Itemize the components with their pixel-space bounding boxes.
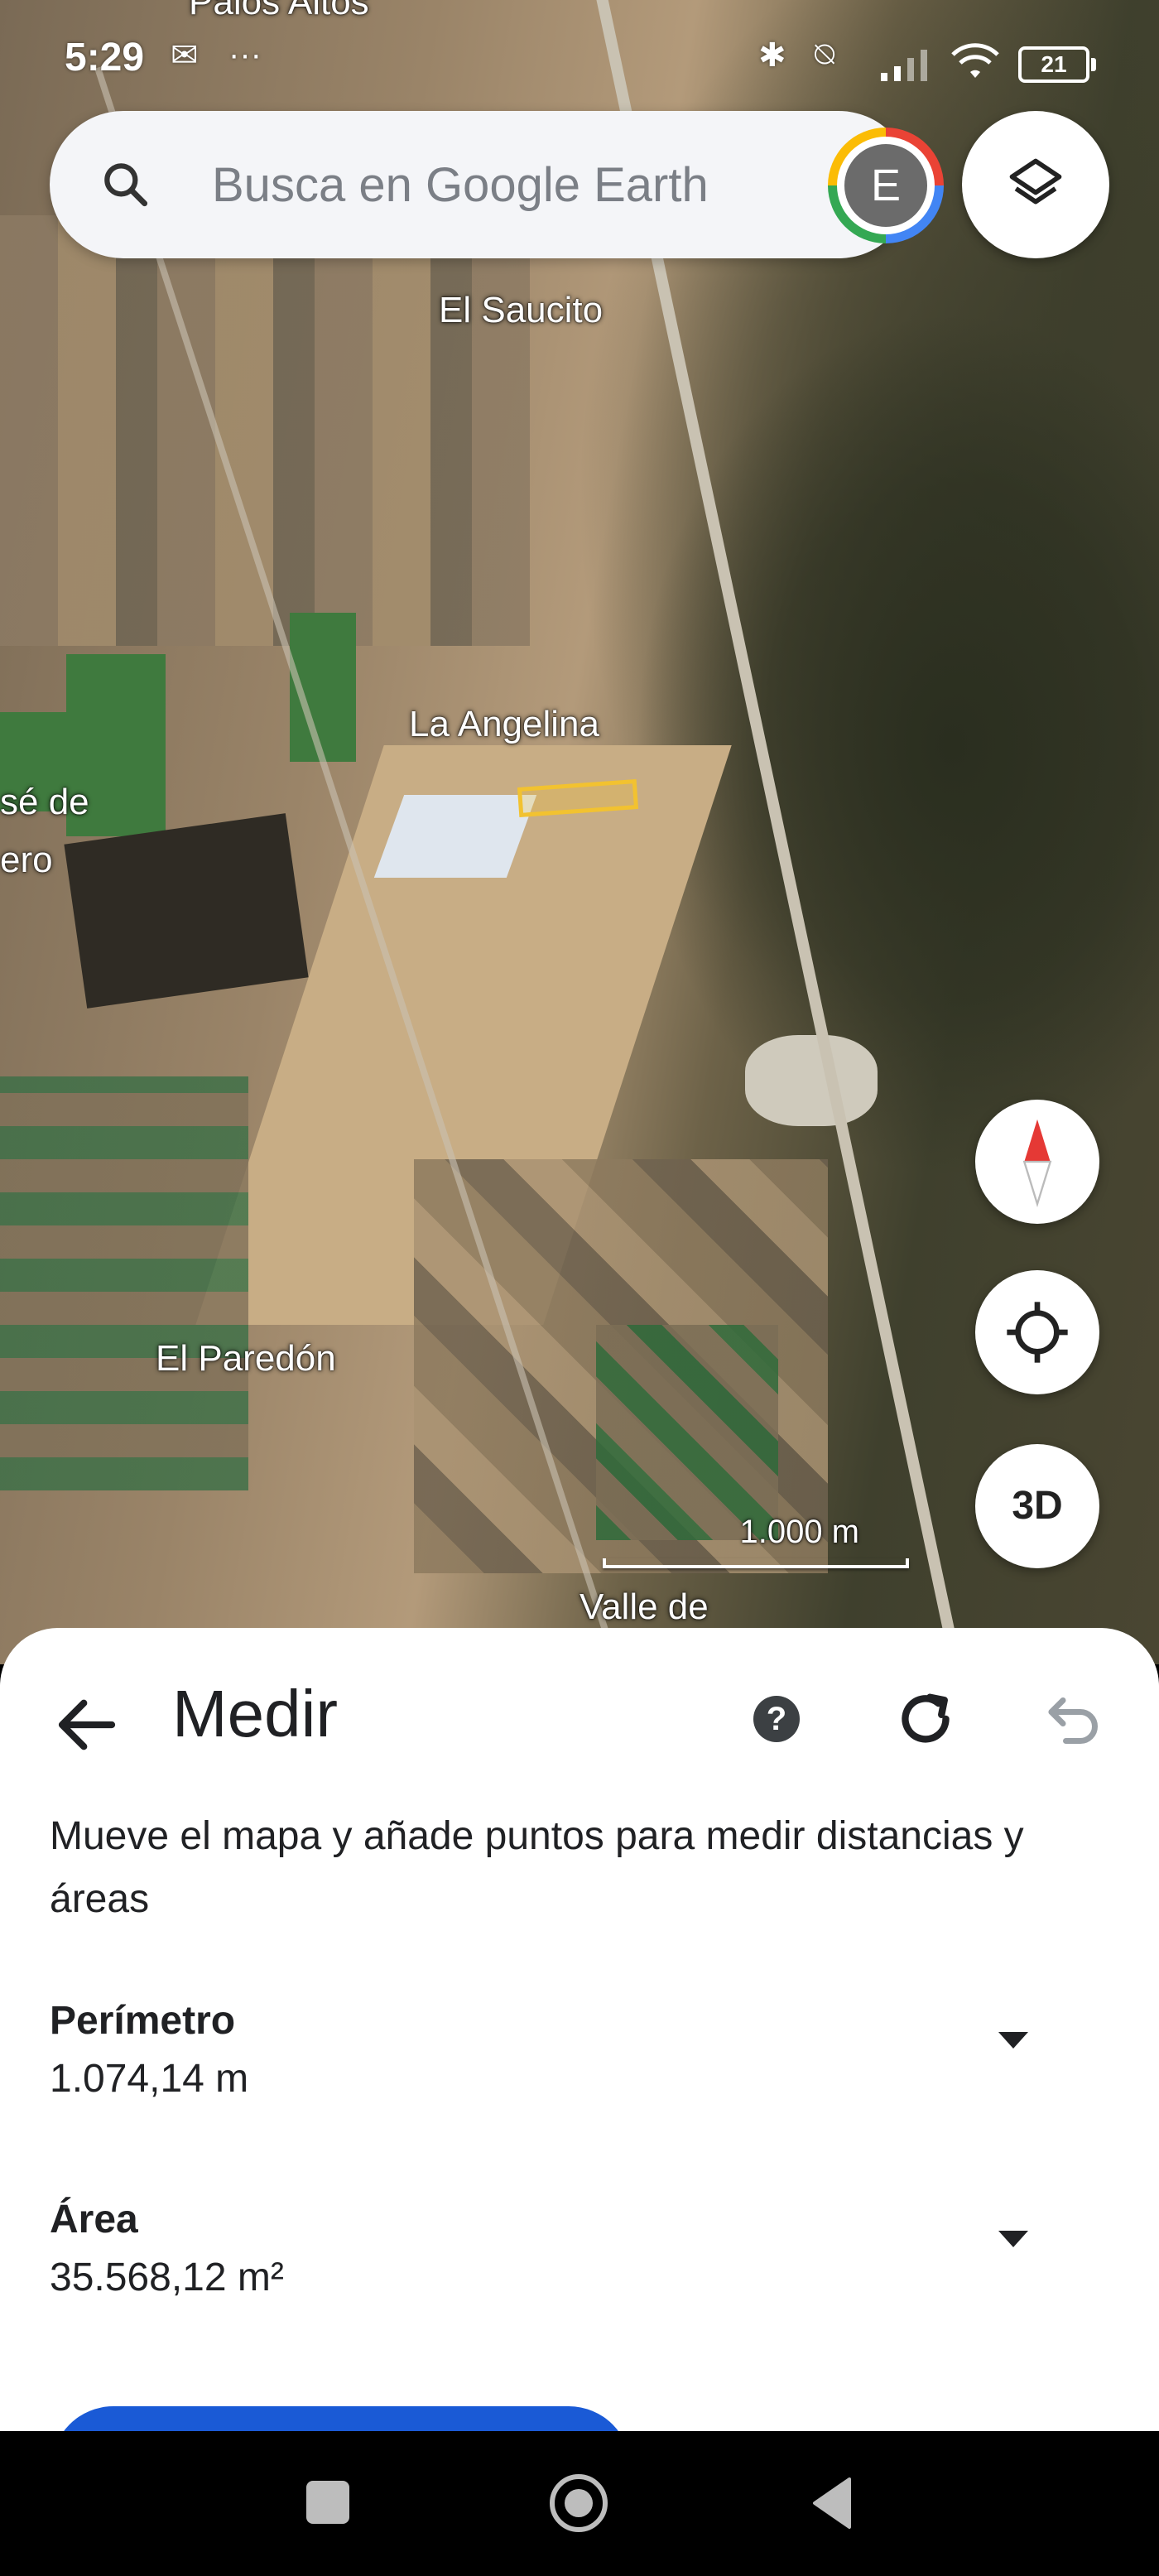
- circle-dot: [565, 2489, 593, 2517]
- area-row[interactable]: Área 35.568,12 m²: [50, 2191, 1118, 2307]
- notification-icon: ✉: [171, 37, 199, 74]
- compass-icon: [1022, 1119, 1052, 1207]
- chevron-down-icon[interactable]: [998, 2231, 1028, 2247]
- square-icon: [306, 2481, 349, 2524]
- area-value: 35.568,12 m²: [50, 2256, 284, 2299]
- layers-icon: [1009, 158, 1062, 205]
- perimeter-value: 1.074,14 m: [50, 2057, 249, 2101]
- back-button[interactable]: [808, 2474, 866, 2532]
- avatar[interactable]: E: [828, 128, 944, 243]
- layers-button[interactable]: [962, 111, 1109, 258]
- search-bar[interactable]: Busca en Google Earth E: [50, 111, 944, 258]
- page-title: Medir: [172, 1677, 339, 1750]
- system-nav-bar: [0, 2431, 1159, 2576]
- my-location-icon: [1007, 1302, 1068, 1363]
- chevron-down-icon[interactable]: [998, 2032, 1028, 2049]
- home-button[interactable]: [550, 2474, 608, 2532]
- map-label-valle-de: Valle de: [580, 1587, 709, 1627]
- bluetooth-icon: ✱: [758, 37, 786, 74]
- map-label-se-de: sé de: [0, 782, 89, 822]
- battery-icon: 21: [1018, 46, 1096, 83]
- my-location-button[interactable]: [975, 1270, 1099, 1394]
- area-label: Área: [50, 2198, 138, 2241]
- perimeter-row[interactable]: Perímetro 1.074,14 m: [50, 1992, 1118, 2108]
- recents-button[interactable]: [300, 2474, 358, 2532]
- undo-icon[interactable]: [1040, 1686, 1109, 1755]
- map-label-el-paredon: El Paredón: [156, 1338, 336, 1379]
- help-icon[interactable]: ?: [753, 1696, 800, 1742]
- vibrate-off-icon: ⍉: [815, 36, 834, 73]
- 3d-toggle-button[interactable]: 3D: [975, 1444, 1099, 1568]
- more-icon: ···: [228, 36, 262, 73]
- triangle-back-icon: [813, 2477, 851, 2529]
- search-icon[interactable]: [98, 156, 154, 213]
- quarry: [745, 1035, 878, 1126]
- signal-icon: [881, 50, 927, 81]
- instructions-text: Mueve el mapa y añade puntos para medir …: [50, 1814, 1024, 1921]
- map-label-el-saucito: El Saucito: [439, 290, 604, 330]
- scale-label: 1.000 m: [739, 1514, 859, 1550]
- compass-button[interactable]: [975, 1100, 1099, 1224]
- map-field: [0, 1076, 248, 1490]
- avatar-letter: E: [844, 144, 927, 227]
- status-time: 5:29: [65, 36, 145, 79]
- reset-icon[interactable]: [891, 1684, 960, 1754]
- map-label-ero: ero: [0, 840, 53, 880]
- map-field: [596, 1325, 778, 1540]
- wifi-icon: [951, 43, 999, 78]
- perimeter-label: Perímetro: [50, 1999, 236, 2043]
- status-bar: 5:29 ✉ ··· ✱ ⍉ 21: [0, 0, 1159, 124]
- back-arrow-icon[interactable]: [50, 1688, 124, 1762]
- search-input[interactable]: Busca en Google Earth: [212, 157, 709, 213]
- scale-bar: 1.000 m: [598, 1514, 909, 1573]
- scale-line: [603, 1558, 909, 1568]
- map-field: [64, 813, 309, 1009]
- measure-sheet: Medir ? Mueve el mapa y añade puntos par…: [0, 1628, 1159, 2431]
- map-label-la-angelina: La Angelina: [409, 704, 599, 744]
